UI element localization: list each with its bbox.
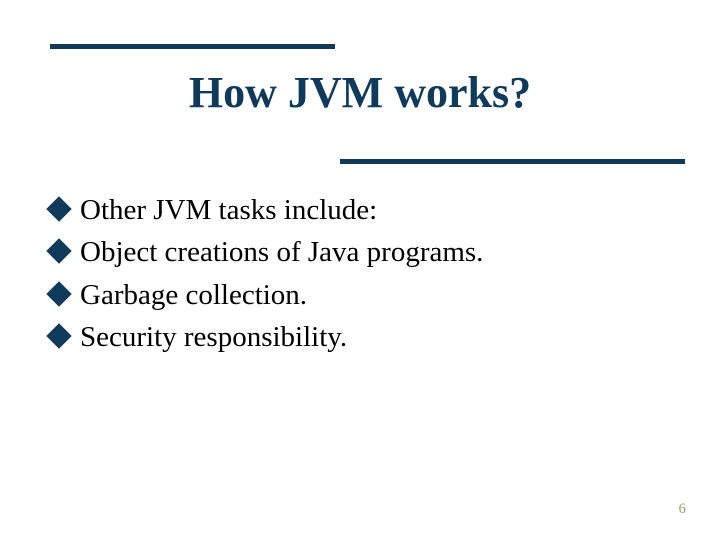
bullet-text: Garbage collection.	[80, 277, 307, 313]
diamond-bullet-icon	[46, 196, 71, 221]
bullet-list: Other JVM tasks include: Object creation…	[50, 192, 670, 361]
diamond-bullet-icon	[46, 281, 71, 306]
slide-title: How JVM works?	[0, 67, 720, 118]
diamond-bullet-icon	[46, 323, 71, 348]
list-item: Security responsibility.	[50, 319, 670, 355]
top-divider	[50, 44, 335, 49]
bottom-divider	[340, 159, 685, 164]
diamond-bullet-icon	[46, 239, 71, 264]
bullet-text: Object creations of Java programs.	[80, 234, 483, 270]
bullet-text: Security responsibility.	[80, 319, 347, 355]
list-item: Garbage collection.	[50, 277, 670, 313]
list-item: Object creations of Java programs.	[50, 234, 670, 270]
list-item: Other JVM tasks include:	[50, 192, 670, 228]
page-number: 6	[679, 501, 687, 518]
bullet-text: Other JVM tasks include:	[80, 192, 377, 228]
